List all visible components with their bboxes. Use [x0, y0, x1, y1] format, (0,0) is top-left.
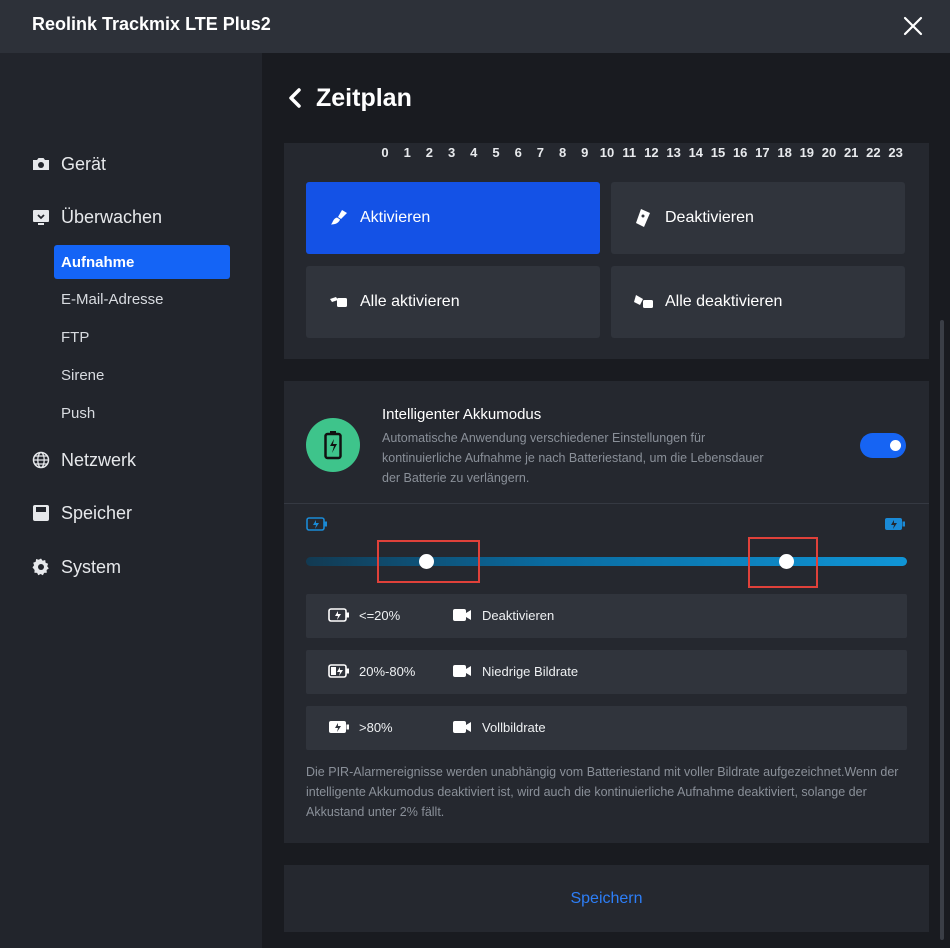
activate-all-label: Alle aktivieren — [360, 293, 460, 310]
globe-icon — [31, 450, 51, 470]
sidebar-item-netzwerk[interactable]: Netzwerk — [31, 448, 136, 472]
page-title: Zeitplan — [316, 83, 412, 112]
hour-label: 20 — [821, 145, 837, 160]
sidebar-item-label: Überwachen — [61, 206, 163, 227]
gear-icon — [31, 557, 51, 577]
activate-all-button[interactable]: Alle aktivieren — [306, 266, 600, 338]
sidebar-item-label: Netzwerk — [61, 449, 137, 470]
video-camera-icon — [453, 721, 471, 733]
hour-label: 7 — [536, 145, 545, 160]
sidebar-subitem-sirene[interactable]: Sirene — [54, 358, 230, 392]
hour-label: 4 — [470, 145, 478, 160]
akku-toggle[interactable] — [860, 433, 906, 458]
sidebar-item-geraet[interactable]: Gerät — [31, 152, 106, 176]
hour-label: 12 — [644, 145, 659, 160]
akku-title: Intelligenter Akkumodus — [382, 406, 542, 423]
hour-label: 15 — [710, 145, 726, 160]
battery-level-row: >80% Vollbildrate — [306, 706, 907, 750]
sidebar-subitem-email[interactable]: E-Mail-Adresse — [54, 282, 230, 316]
hour-label: 2 — [425, 145, 434, 160]
camera-icon — [31, 154, 51, 174]
eraser-icon — [633, 207, 655, 229]
activate-label: Aktivieren — [360, 209, 431, 226]
eraser-all-icon — [633, 291, 655, 313]
hour-label: 16 — [732, 145, 748, 160]
battery-full-icon — [329, 721, 349, 733]
divider — [284, 503, 929, 504]
sidebar-item-label: Speicher — [61, 502, 133, 523]
save-card: Speichern — [284, 865, 929, 932]
hour-label: 9 — [581, 145, 589, 160]
brush-icon — [328, 207, 350, 229]
hour-label: 14 — [688, 145, 704, 160]
deactivate-all-button[interactable]: Alle deaktivieren — [611, 266, 905, 338]
hour-scale: 0 1 2 3 4 5 6 7 8 9 10 11 12 13 14 15 16 17 18 19 20 21 22 23 — [374, 145, 908, 161]
title-bar: Reolink Trackmix LTE Plus2 — [0, 0, 950, 53]
sidebar-subitem-ftp[interactable]: FTP — [54, 320, 230, 354]
battery-level-row: <=20% Deaktivieren — [306, 594, 907, 638]
battery-mode-icon — [306, 418, 360, 472]
deactivate-label: Deaktivieren — [665, 209, 754, 226]
sidebar-item-label: Gerät — [61, 153, 107, 174]
video-camera-icon — [453, 665, 471, 677]
sidebar-item-label: System — [61, 556, 122, 577]
battery-full-icon — [885, 518, 905, 530]
activate-button[interactable]: Aktivieren — [306, 182, 600, 254]
recording-mode-label: Niedrige Bildrate — [482, 664, 579, 679]
hour-label: 13 — [666, 145, 681, 160]
akku-description: Automatische Anwendung verschiedener Ein… — [382, 431, 764, 485]
hour-label: 23 — [888, 145, 903, 160]
save-button[interactable]: Speichern — [570, 890, 642, 908]
sidebar-item-ueberwachen[interactable]: Überwachen — [31, 205, 162, 229]
battery-level-label: <=20% — [359, 608, 401, 623]
deactivate-button[interactable]: Deaktivieren — [611, 182, 905, 254]
video-camera-icon — [453, 609, 471, 621]
page-header: Zeitplan — [286, 82, 412, 114]
battery-low-icon — [328, 608, 349, 622]
brush-all-icon — [328, 291, 350, 313]
sidebar-subitem-aufnahme[interactable]: Aufnahme — [54, 245, 230, 279]
battery-level-label: >80% — [359, 720, 393, 735]
hour-label: 5 — [492, 145, 500, 160]
battery-level-label: 20%-80% — [359, 664, 416, 679]
sidebar-subitem-push[interactable]: Push — [54, 396, 230, 430]
deactivate-all-label: Alle deaktivieren — [665, 293, 783, 310]
hour-label: 17 — [755, 145, 770, 160]
pir-note: Die PIR-Alarmereignisse werden unabhängi… — [306, 765, 899, 819]
battery-level-row: 20%-80% Niedrige Bildrate — [306, 650, 907, 694]
highlight-box-low — [377, 540, 480, 583]
hour-label: 1 — [403, 145, 411, 160]
hour-label: 18 — [777, 145, 792, 160]
battery-low-icon — [306, 517, 327, 531]
battery-half-icon — [328, 664, 349, 678]
close-icon[interactable] — [900, 13, 926, 39]
highlight-box-high — [748, 537, 818, 588]
scrollbar[interactable] — [940, 320, 944, 940]
hour-label: 10 — [599, 145, 615, 160]
hour-label: 11 — [622, 145, 637, 160]
toggle-knob — [890, 440, 901, 451]
sidebar-item-speicher[interactable]: Speicher — [31, 501, 132, 525]
hour-label: 22 — [866, 145, 881, 160]
hour-label: 0 — [381, 145, 389, 160]
hour-label: 8 — [558, 145, 567, 160]
back-chevron-icon[interactable] — [286, 87, 304, 109]
recording-mode-label: Deaktivieren — [482, 608, 555, 623]
hour-label: 6 — [514, 145, 522, 160]
monitor-icon — [31, 207, 51, 227]
storage-icon — [31, 503, 51, 523]
sidebar-item-system[interactable]: System — [31, 555, 121, 579]
hour-label: 21 — [843, 145, 859, 160]
hour-label: 3 — [447, 145, 456, 160]
hour-label: 19 — [799, 145, 815, 160]
app-title: Reolink Trackmix LTE Plus2 — [32, 14, 271, 34]
recording-mode-label: Vollbildrate — [482, 720, 546, 735]
